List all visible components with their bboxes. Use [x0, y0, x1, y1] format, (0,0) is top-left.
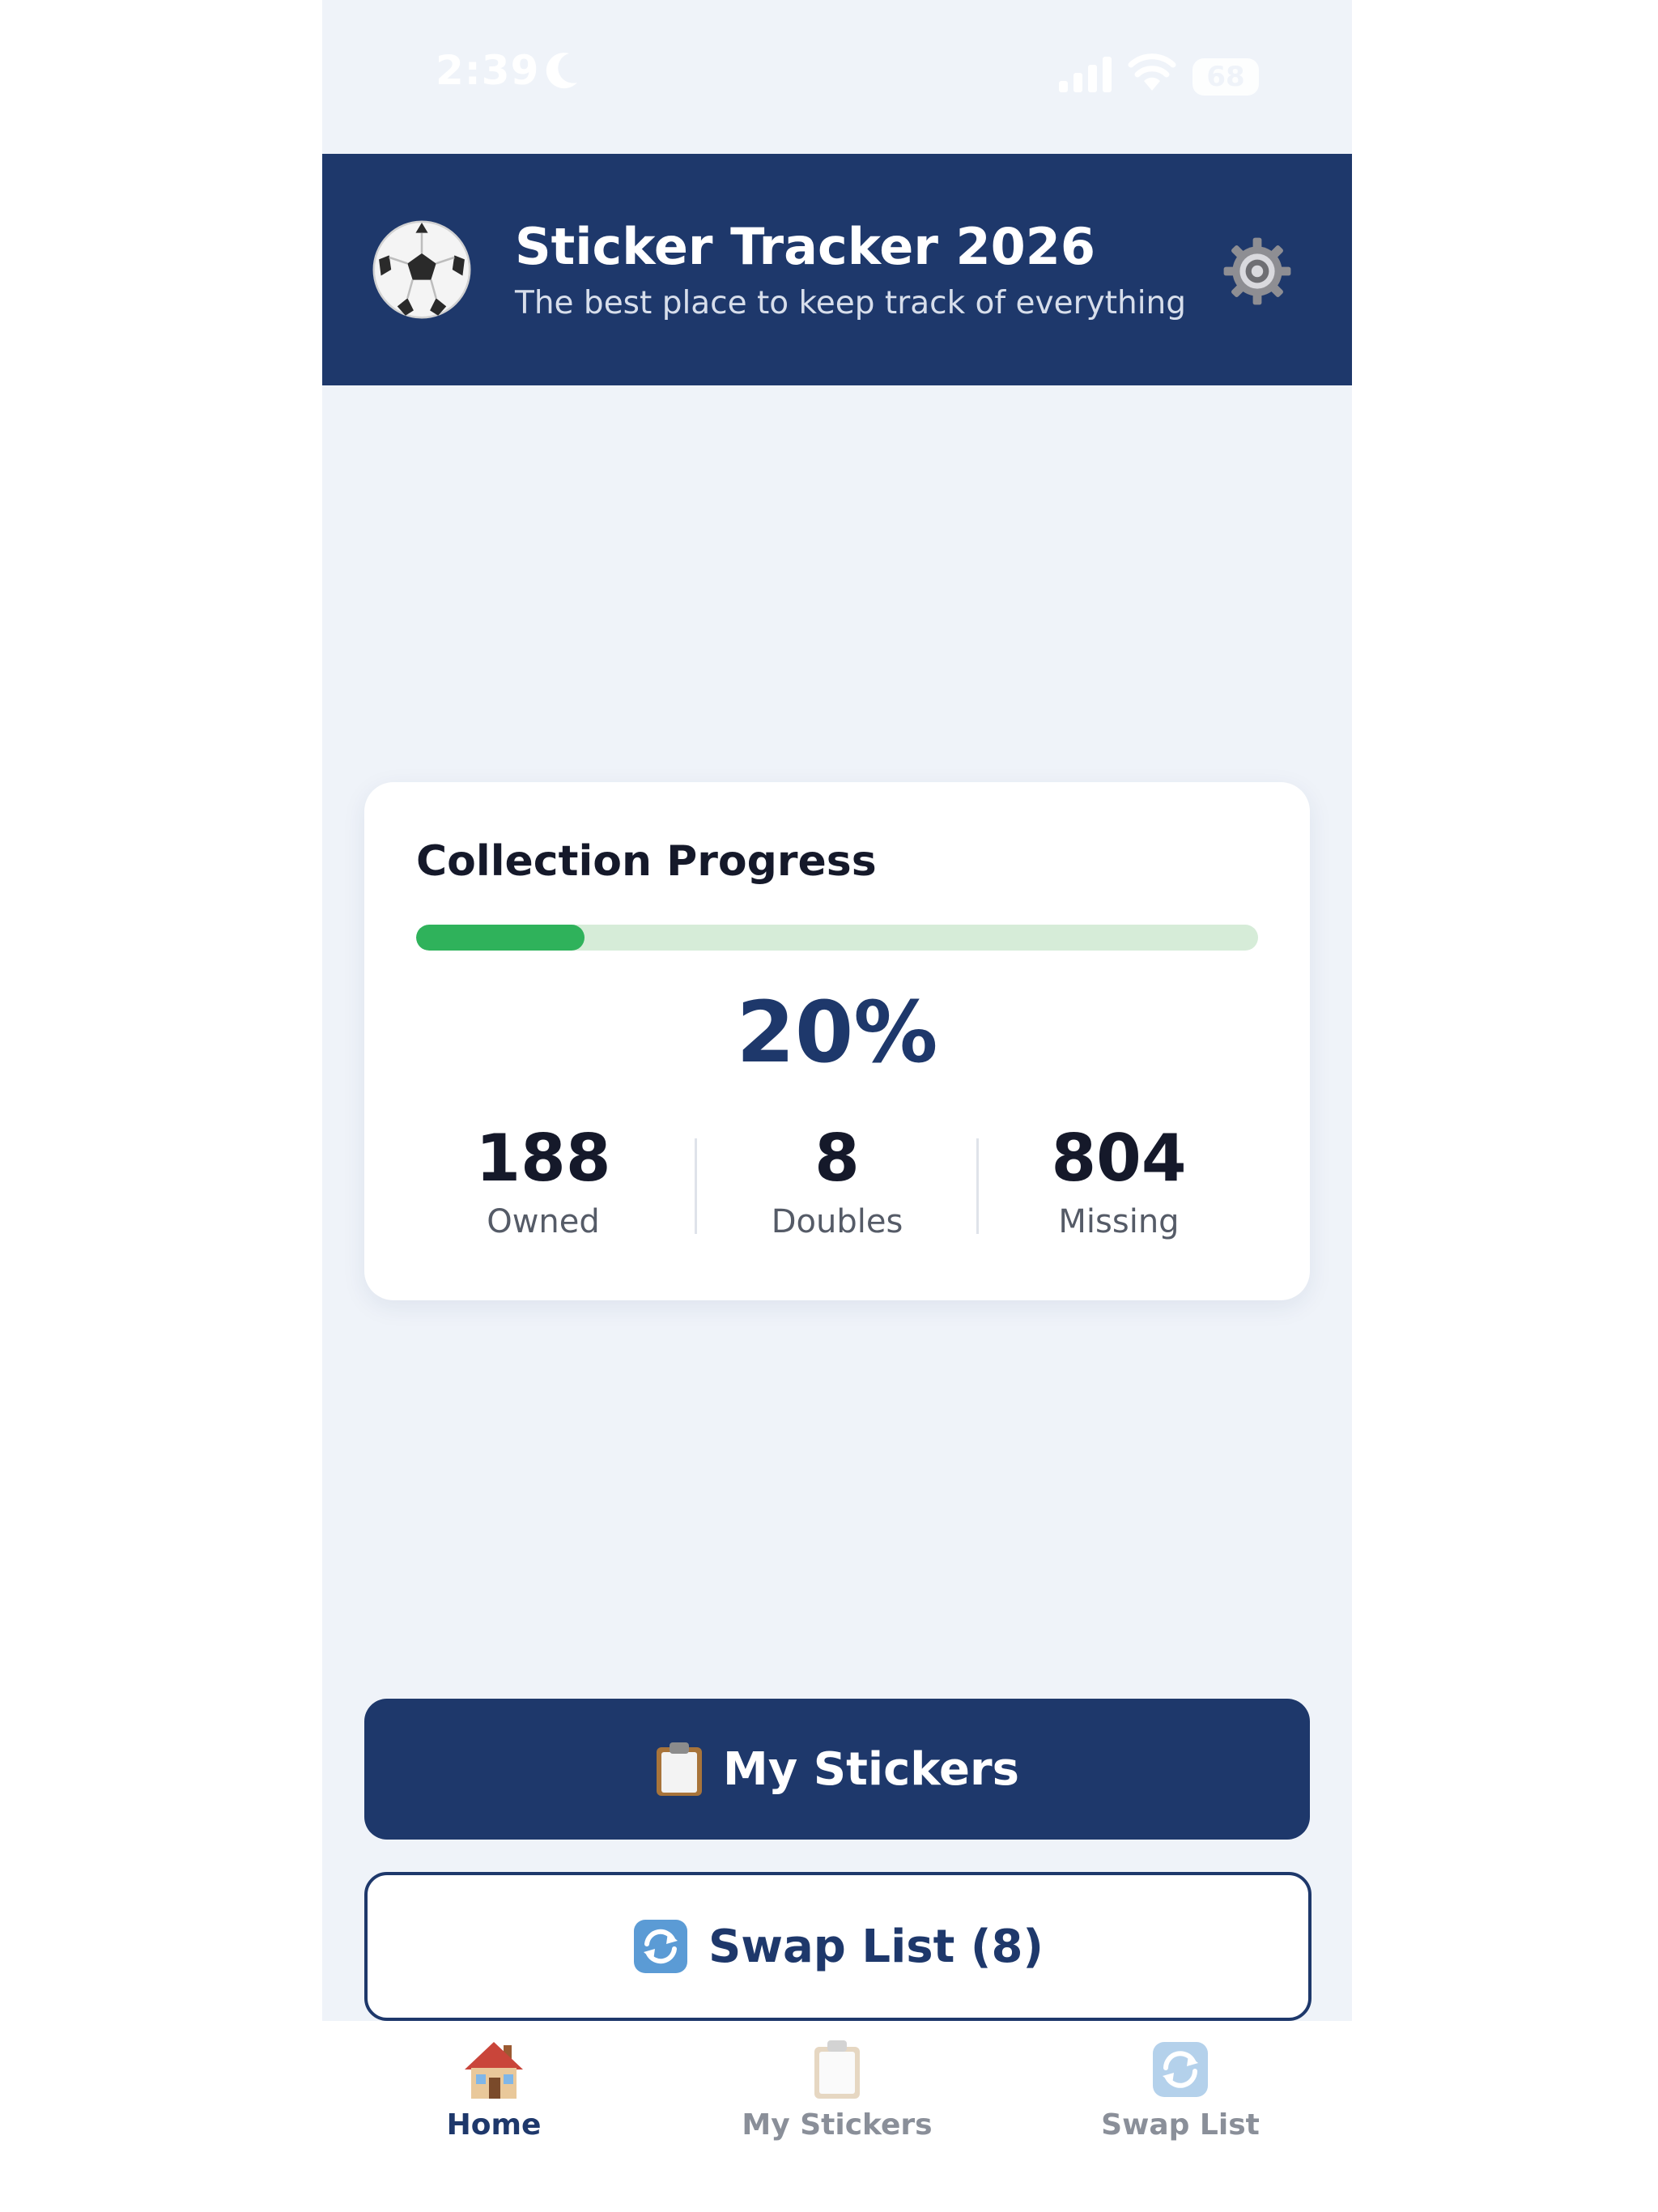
- stat-doubles-label: Doubles: [771, 1203, 903, 1240]
- swap-arrows-icon: [633, 1920, 687, 1973]
- tab-swap-list[interactable]: Swap List: [1009, 2037, 1352, 2167]
- stat-missing-label: Missing: [1058, 1203, 1180, 1240]
- gear-icon[interactable]: [1221, 235, 1294, 308]
- swap-list-button[interactable]: Swap List (8): [364, 1872, 1312, 2021]
- stat-doubles: 8 Doubles: [697, 1121, 977, 1241]
- tab-home-label: Home: [446, 2108, 542, 2142]
- swap-list-button-label: Swap List (8): [708, 1920, 1044, 1973]
- app-header: Sticker Tracker 2026 The best place to k…: [322, 154, 1352, 385]
- tab-swap-list-label: Swap List: [1101, 2108, 1260, 2142]
- status-bar: 2:39 68: [322, 0, 1352, 154]
- progress-bar: [416, 925, 1258, 951]
- stat-missing: 804 Missing: [979, 1121, 1259, 1241]
- stat-owned-value: 188: [475, 1121, 611, 1196]
- collection-progress-card: Collection Progress 20% 188 Owned 8 Doub…: [364, 782, 1310, 1300]
- battery-icon: 68: [1192, 58, 1259, 96]
- progress-bar-fill: [416, 925, 585, 951]
- app-title: Sticker Tracker 2026: [515, 217, 1096, 276]
- tab-bar: Home My Stickers Swap List: [322, 2021, 1352, 2212]
- house-icon: [465, 2042, 523, 2099]
- moon-icon: [546, 53, 577, 89]
- tab-home[interactable]: Home: [322, 2037, 665, 2167]
- tab-my-stickers-label: My Stickers: [742, 2108, 933, 2142]
- signal-icon: [1059, 57, 1112, 92]
- stat-owned-label: Owned: [487, 1203, 600, 1240]
- app-subtitle: The best place to keep track of everythi…: [515, 285, 1187, 321]
- my-stickers-button-label: My Stickers: [723, 1742, 1019, 1796]
- clipboard-icon: [657, 1742, 703, 1796]
- app-screen: 2:39 68 Sticker Tracker 2026 The best pl…: [322, 0, 1352, 2212]
- tab-my-stickers[interactable]: My Stickers: [665, 2037, 1009, 2167]
- swap-arrows-icon: [1153, 2042, 1208, 2097]
- status-time: 2:39: [436, 47, 540, 94]
- my-stickers-button[interactable]: My Stickers: [364, 1699, 1310, 1840]
- clipboard-icon: [814, 2040, 860, 2099]
- stat-doubles-value: 8: [814, 1121, 860, 1196]
- progress-title: Collection Progress: [416, 837, 877, 886]
- soccer-ball-icon: [372, 220, 471, 319]
- stat-missing-value: 804: [1051, 1121, 1187, 1196]
- progress-percent: 20%: [736, 983, 938, 1082]
- wifi-icon: [1128, 53, 1176, 91]
- stat-owned: 188 Owned: [403, 1121, 683, 1241]
- battery-level: 68: [1206, 61, 1245, 93]
